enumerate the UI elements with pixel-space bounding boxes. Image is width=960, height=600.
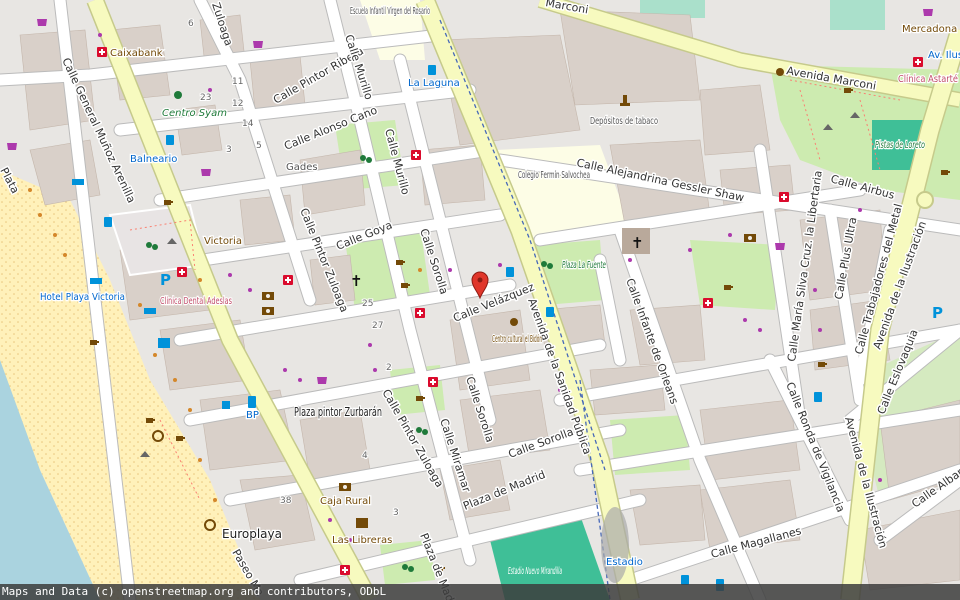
poi-label-centro-cultural: Centro cultural el Bidón bbox=[492, 333, 542, 345]
toilets-icon[interactable] bbox=[222, 401, 230, 409]
poi-label-plaza-zurbaran: Plaza pintor Zurbarán bbox=[294, 405, 382, 419]
house-number: 25 bbox=[362, 299, 373, 309]
poi-label-centro-syam: Centro Syam bbox=[162, 108, 227, 119]
house-number: 4 bbox=[362, 451, 368, 461]
parking-icon[interactable]: P bbox=[932, 304, 943, 322]
hospital-icon[interactable] bbox=[97, 47, 107, 57]
bank-icon[interactable] bbox=[262, 292, 274, 300]
poi-label-europlaya: Europlaya bbox=[222, 527, 282, 541]
poi-label-colegio: Colegio Fermín Salvochea bbox=[518, 169, 590, 181]
map-canvas[interactable]: P P ✝ ✝ Calle General Muñoz Arenilla Zul… bbox=[0, 0, 960, 600]
worship-icon[interactable]: ✝ bbox=[350, 272, 363, 290]
poi-label-estadio-stop: Estadio bbox=[606, 557, 643, 568]
bus-stop-icon[interactable] bbox=[104, 217, 112, 227]
house-number: 38 bbox=[280, 496, 292, 506]
shop-icon[interactable] bbox=[253, 41, 263, 48]
svg-text:P: P bbox=[160, 271, 171, 289]
theatre-icon[interactable] bbox=[510, 318, 518, 326]
hospital-icon[interactable] bbox=[283, 275, 293, 285]
hospital-icon[interactable] bbox=[913, 57, 923, 67]
poi-label-caja-rural: Caja Rural bbox=[320, 496, 371, 507]
poi-label-clinica-astarte: Clínica Astarté bbox=[898, 73, 958, 85]
house-number: 23 bbox=[200, 93, 211, 103]
poi-label-las-libreras: Las Libreras bbox=[332, 535, 392, 546]
hospital-icon[interactable] bbox=[428, 377, 438, 387]
worship-icon[interactable]: ✝ bbox=[631, 234, 644, 252]
bank-icon[interactable] bbox=[339, 483, 351, 491]
poi-label-depositos: Depósitos de tabaco bbox=[590, 115, 658, 127]
house-number: 12 bbox=[232, 99, 243, 109]
hotel-icon[interactable] bbox=[144, 308, 156, 314]
house-number: 11 bbox=[232, 77, 243, 87]
poi-label-bp: BP bbox=[246, 410, 259, 421]
house-number: 14 bbox=[242, 119, 254, 129]
bus-stop-icon[interactable] bbox=[814, 392, 822, 402]
hotel-icon[interactable] bbox=[72, 179, 84, 185]
house-number: 3 bbox=[226, 145, 232, 155]
hospital-icon[interactable] bbox=[779, 192, 789, 202]
poi-label-gades: Gades bbox=[286, 162, 318, 173]
bank-icon[interactable] bbox=[744, 234, 756, 242]
sport-icon[interactable] bbox=[174, 91, 182, 99]
poi-label-caixabank: Caixabank bbox=[110, 48, 163, 59]
tram-platform bbox=[601, 507, 629, 583]
bus-stop-icon[interactable] bbox=[166, 135, 174, 145]
svg-text:✝: ✝ bbox=[631, 234, 644, 252]
map-view[interactable]: P P ✝ ✝ Calle General Muñoz Arenilla Zul… bbox=[0, 0, 960, 600]
hospital-icon[interactable] bbox=[177, 267, 187, 277]
map-attribution: Maps and Data (c) openstreetmap.org and … bbox=[0, 584, 960, 600]
shop-icon[interactable] bbox=[201, 169, 211, 176]
hospital-icon[interactable] bbox=[415, 308, 425, 318]
shop-icon[interactable] bbox=[775, 243, 785, 250]
hospital-icon[interactable] bbox=[340, 565, 350, 575]
hotel-icon[interactable] bbox=[90, 278, 102, 284]
bus-stop-icon[interactable] bbox=[506, 267, 514, 277]
poi-label-av-ilus: Av. Ilus bbox=[928, 50, 960, 61]
house-number: 6 bbox=[188, 19, 194, 29]
bus-stop-icon[interactable] bbox=[546, 307, 554, 317]
library-icon[interactable] bbox=[356, 518, 368, 528]
pitch-top2 bbox=[830, 0, 885, 30]
poi-label-victoria: Victoria bbox=[204, 236, 242, 247]
shop-icon[interactable] bbox=[7, 143, 17, 150]
fuel-icon[interactable] bbox=[248, 396, 256, 408]
poi-label-balneario: Balneario bbox=[130, 154, 177, 165]
hospital-icon[interactable] bbox=[703, 298, 713, 308]
poi-label-escuela: Escuela Infantil Virgen del Rosario bbox=[350, 6, 430, 17]
house-number: 5 bbox=[256, 141, 262, 151]
poi-label-la-laguna: La Laguna bbox=[408, 78, 460, 89]
roundabout bbox=[916, 191, 934, 209]
poi-label-estadio: Estadio Nuevo Mirandilla bbox=[508, 566, 562, 577]
bank-icon[interactable] bbox=[262, 307, 274, 315]
shop-icon[interactable] bbox=[317, 377, 327, 384]
poi-label-plaza-la-fuente: Plaza La Fuente bbox=[562, 260, 606, 271]
shop-icon[interactable] bbox=[37, 19, 47, 26]
poi-label-mercadona: Mercadona bbox=[902, 24, 957, 35]
svg-text:✝: ✝ bbox=[350, 272, 363, 290]
house-number: 27 bbox=[372, 321, 383, 331]
hospital-icon[interactable] bbox=[411, 150, 421, 160]
theatre-icon[interactable] bbox=[776, 68, 784, 76]
poi-label-clinica-dental: Clinica Dental Adeslas bbox=[160, 296, 232, 307]
parking-icon[interactable]: P bbox=[160, 271, 171, 289]
toilets-icon[interactable] bbox=[158, 338, 170, 348]
svg-text:P: P bbox=[932, 304, 943, 322]
poi-label-pistas: Pistas de Loreto bbox=[875, 140, 925, 151]
house-number: 2 bbox=[386, 363, 392, 373]
bus-stop-icon[interactable] bbox=[428, 65, 436, 75]
house-number: 3 bbox=[393, 508, 399, 518]
poi-label-hotel: Hotel Playa Victoria bbox=[40, 292, 125, 303]
shop-icon[interactable] bbox=[923, 9, 933, 16]
